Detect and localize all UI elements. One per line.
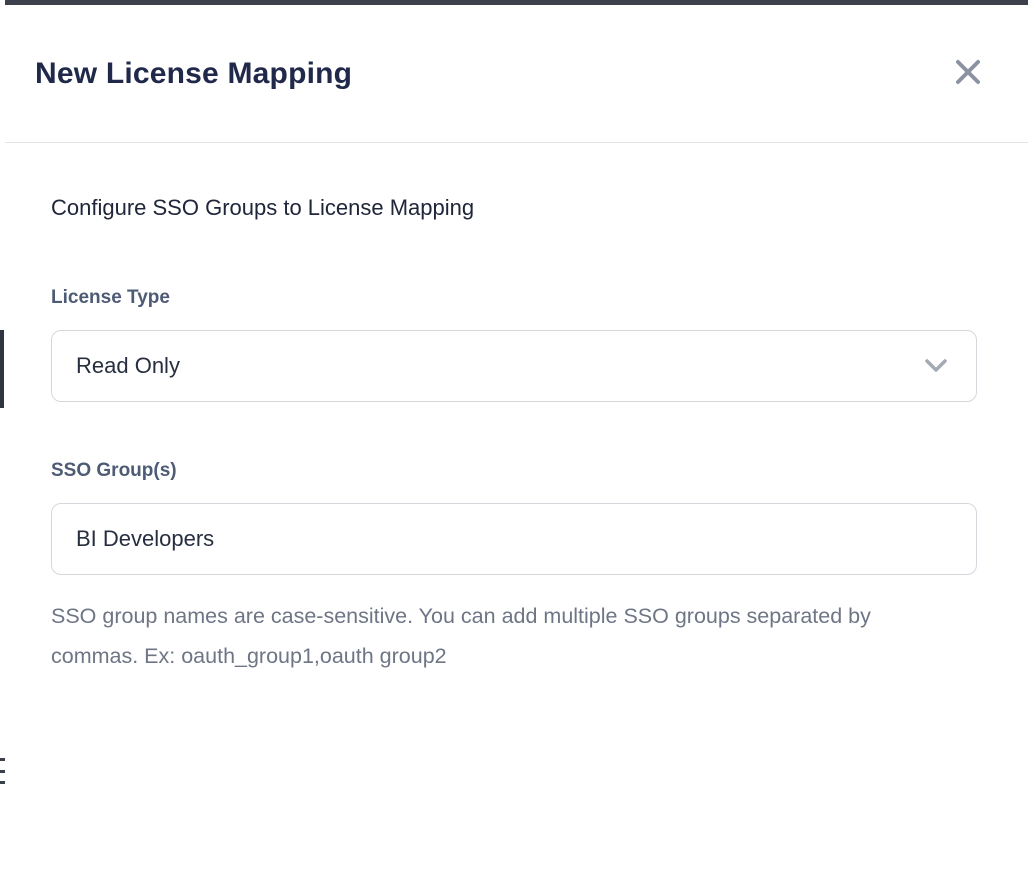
new-license-mapping-dialog: New License Mapping Configure SSO Groups… bbox=[5, 5, 1028, 876]
sso-groups-helper-text: SSO group names are case-sensitive. You … bbox=[51, 597, 931, 677]
dialog-body: Configure SSO Groups to License Mapping … bbox=[5, 143, 1028, 677]
sso-groups-input[interactable] bbox=[51, 503, 977, 575]
license-type-label: License Type bbox=[51, 287, 982, 309]
close-icon bbox=[955, 59, 981, 88]
close-button[interactable] bbox=[950, 56, 986, 92]
background-edge-mark bbox=[0, 330, 4, 408]
config-heading: Configure SSO Groups to License Mapping bbox=[51, 195, 982, 221]
dialog-title: New License Mapping bbox=[35, 57, 352, 91]
sso-groups-label: SSO Group(s) bbox=[51, 460, 982, 482]
license-type-select[interactable]: Read Only bbox=[51, 330, 977, 402]
chevron-down-icon bbox=[924, 358, 948, 374]
license-type-selected-value: Read Only bbox=[76, 353, 180, 379]
dialog-header: New License Mapping bbox=[5, 5, 1028, 143]
